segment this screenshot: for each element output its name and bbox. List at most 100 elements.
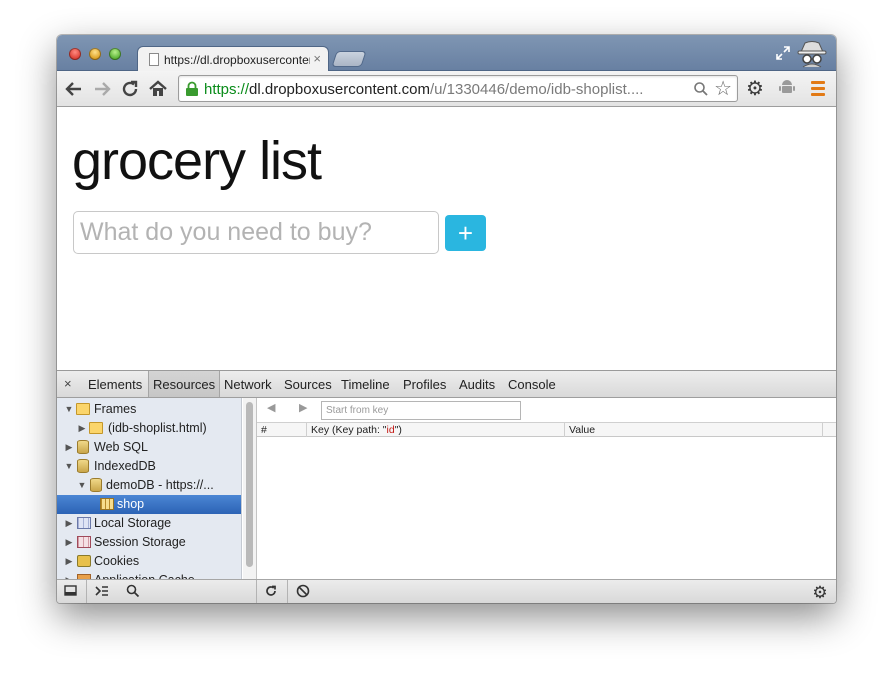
- dock-toggle-icon[interactable]: [59, 583, 83, 602]
- search-icon[interactable]: [121, 583, 145, 602]
- browser-tab[interactable]: https://dl.dropboxusercontent.com/u/1330…: [137, 46, 329, 72]
- tree-item-label: shop: [117, 497, 145, 511]
- disclosure-triangle-icon[interactable]: ▶: [64, 438, 74, 457]
- tree-item-indexeddb[interactable]: ▼ IndexedDB: [57, 457, 241, 476]
- home-icon[interactable]: [146, 77, 170, 101]
- expand-icon[interactable]: [775, 45, 791, 61]
- console-drawer-icon[interactable]: [90, 583, 114, 602]
- devtools-panel: × Elements Resources Network Sources Tim…: [57, 370, 836, 603]
- address-bar[interactable]: https://dl.dropboxusercontent.com/u/1330…: [178, 75, 738, 102]
- browser-toolbar: https://dl.dropboxusercontent.com/u/1330…: [57, 71, 836, 107]
- devtools-close-icon[interactable]: ×: [64, 376, 72, 392]
- column-header-key[interactable]: Key (Key path: "id"): [307, 423, 565, 437]
- disclosure-triangle-icon[interactable]: ▼: [64, 400, 74, 419]
- column-header-index[interactable]: #: [257, 423, 307, 437]
- tree-item-label: Web SQL: [94, 440, 148, 454]
- storage-grid-icon: [77, 517, 91, 529]
- disclosure-triangle-icon[interactable]: ▶: [64, 571, 74, 579]
- folder-icon: [76, 403, 90, 415]
- browser-window: https://dl.dropboxusercontent.com/u/1330…: [57, 35, 836, 603]
- gear-icon[interactable]: ⚙: [746, 78, 764, 100]
- previous-page-icon[interactable]: ◀: [267, 401, 275, 414]
- minimize-window-button[interactable]: [89, 48, 101, 60]
- divider: [256, 580, 257, 603]
- database-icon: [90, 478, 102, 492]
- tab-resources[interactable]: Resources: [148, 371, 221, 397]
- tree-item-demodb[interactable]: ▼ demoDB - https://...: [57, 476, 241, 495]
- reload-icon[interactable]: [118, 77, 142, 101]
- settings-gear-icon[interactable]: ⚙: [808, 583, 832, 602]
- android-icon[interactable]: [779, 78, 795, 102]
- tree-item-label: demoDB - https://...: [106, 478, 214, 492]
- page-title: grocery list: [72, 131, 322, 191]
- bookmark-star-icon[interactable]: ☆: [714, 78, 732, 100]
- sidebar-scrollbar[interactable]: [243, 398, 257, 579]
- tab-audits[interactable]: Audits: [455, 371, 499, 397]
- tree-item-shop[interactable]: shop: [57, 495, 241, 514]
- tab-network[interactable]: Network: [220, 371, 276, 397]
- disclosure-triangle-icon[interactable]: ▶: [64, 533, 74, 552]
- tree-item-cookies[interactable]: ▶ Cookies: [57, 552, 241, 571]
- devtools-status-bar: ⚙: [57, 579, 836, 603]
- add-item-button[interactable]: +: [445, 215, 486, 251]
- tab-close-icon[interactable]: ×: [313, 51, 321, 67]
- zoom-window-button[interactable]: [109, 48, 121, 60]
- lock-icon: [185, 81, 199, 97]
- tree-item-session-storage[interactable]: ▶ Session Storage: [57, 533, 241, 552]
- title-bar: https://dl.dropboxusercontent.com/u/1330…: [57, 35, 836, 72]
- key-column-prefix: Key (Key path: ": [311, 424, 387, 436]
- search-icon[interactable]: [693, 81, 709, 101]
- forward-arrow-icon[interactable]: [90, 77, 114, 101]
- scrollbar-thumb[interactable]: [246, 402, 253, 567]
- data-grid-header: # Key (Key path: "id") Value: [257, 422, 836, 437]
- web-page: grocery list +: [57, 108, 836, 370]
- tree-item-frames[interactable]: ▼ Frames: [57, 400, 241, 419]
- divider: [287, 580, 288, 603]
- tree-item-label: (idb-shoplist.html): [108, 421, 207, 435]
- tab-console[interactable]: Console: [504, 371, 560, 397]
- item-input[interactable]: [73, 211, 439, 254]
- tree-item-application-cache[interactable]: ▶ Application Cache: [57, 571, 241, 579]
- storage-grid-icon: [77, 536, 91, 548]
- tree-item-label: Session Storage: [94, 535, 186, 549]
- key-column-suffix: "): [394, 424, 402, 436]
- tree-item-frame-document[interactable]: ▶ (idb-shoplist.html): [57, 419, 241, 438]
- tree-item-label: IndexedDB: [94, 459, 156, 473]
- key-path-value: id: [386, 424, 395, 436]
- tab-title: https://dl.dropboxusercontent.com/u/1330…: [164, 53, 310, 67]
- tab-profiles[interactable]: Profiles: [399, 371, 450, 397]
- tree-item-web-sql[interactable]: ▶ Web SQL: [57, 438, 241, 457]
- disclosure-triangle-icon[interactable]: ▼: [64, 457, 74, 476]
- tab-timeline[interactable]: Timeline: [337, 371, 394, 397]
- refresh-icon[interactable]: [259, 583, 283, 602]
- url-text: https://dl.dropboxusercontent.com/u/1330…: [204, 81, 688, 98]
- column-header-value[interactable]: Value: [565, 423, 823, 437]
- object-store-view: ◀ ▶ # Key (Key path: "id") Value: [257, 398, 836, 579]
- start-from-key-input[interactable]: [321, 401, 521, 420]
- database-icon: [77, 459, 89, 473]
- new-tab-button[interactable]: [331, 51, 367, 67]
- back-arrow-icon[interactable]: [62, 77, 86, 101]
- incognito-icon: [795, 39, 829, 69]
- next-page-icon[interactable]: ▶: [299, 401, 307, 414]
- devtools-tab-bar: × Elements Resources Network Sources Tim…: [57, 371, 836, 398]
- tree-item-label: Application Cache: [94, 571, 195, 579]
- clear-icon[interactable]: [291, 583, 315, 602]
- url-scheme: https://: [204, 81, 250, 98]
- divider: [86, 580, 87, 603]
- chrome-menu-icon[interactable]: [811, 81, 825, 96]
- tree-item-local-storage[interactable]: ▶ Local Storage: [57, 514, 241, 533]
- disclosure-triangle-icon[interactable]: ▶: [64, 552, 74, 571]
- tab-sources[interactable]: Sources: [280, 371, 336, 397]
- resources-sidebar: ▼ Frames ▶ (idb-shoplist.html) ▶ Web SQL…: [57, 398, 242, 579]
- tree-item-label: Local Storage: [94, 516, 172, 530]
- tree-item-label: Cookies: [94, 554, 140, 568]
- tab-elements[interactable]: Elements: [84, 371, 146, 397]
- disclosure-triangle-icon[interactable]: ▼: [77, 476, 87, 495]
- close-window-button[interactable]: [69, 48, 81, 60]
- disclosure-triangle-icon[interactable]: ▶: [64, 514, 74, 533]
- tree-item-label: Frames: [94, 402, 137, 416]
- disclosure-triangle-icon[interactable]: ▶: [77, 419, 87, 438]
- folder-icon: [89, 422, 103, 434]
- page-icon: [149, 53, 159, 66]
